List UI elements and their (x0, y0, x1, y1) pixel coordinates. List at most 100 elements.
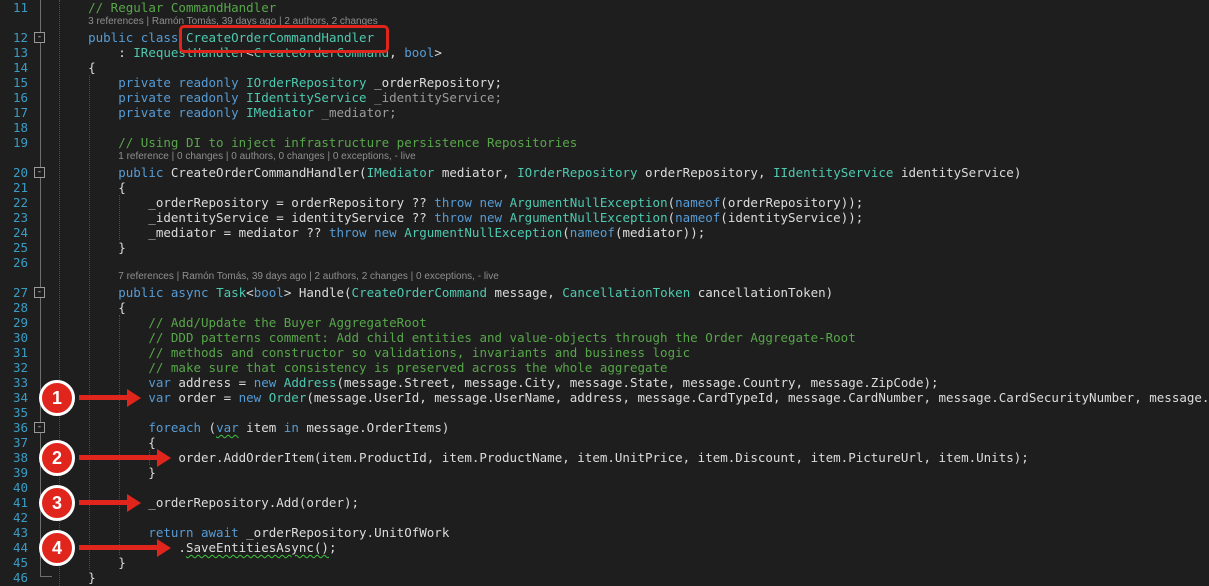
code-line[interactable]: 15 private readonly IOrderRepository _or… (0, 75, 1209, 90)
line-number[interactable]: 19 (0, 135, 28, 150)
code-line[interactable]: 33 var address = new Address(message.Str… (0, 375, 1209, 390)
line-number[interactable]: 17 (0, 105, 28, 120)
line-number[interactable]: 15 (0, 75, 28, 90)
code-line[interactable]: 21 { (0, 180, 1209, 195)
code-text[interactable]: public async Task<bool> Handle(CreateOrd… (48, 285, 833, 300)
code-line[interactable]: 42 (0, 510, 1209, 525)
code-text[interactable]: } (48, 570, 96, 585)
code-text[interactable]: // make sure that consistency is preserv… (48, 360, 668, 375)
code-line[interactable]: 14 { (0, 60, 1209, 75)
code-line[interactable]: 40 (0, 480, 1209, 495)
code-line[interactable]: 18 (0, 120, 1209, 135)
line-number[interactable]: 14 (0, 60, 28, 75)
code-text[interactable]: _mediator = mediator ?? throw new Argume… (48, 225, 705, 240)
fold-collapse-icon[interactable]: - (34, 422, 45, 433)
code-line[interactable]: 16 private readonly IIdentityService _id… (0, 90, 1209, 105)
line-number[interactable] (0, 15, 28, 30)
line-number[interactable]: 28 (0, 300, 28, 315)
line-number[interactable]: 13 (0, 45, 28, 60)
line-number[interactable]: 34 (0, 390, 28, 405)
code-line[interactable]: 22 _orderRepository = orderRepository ??… (0, 195, 1209, 210)
line-number[interactable]: 39 (0, 465, 28, 480)
code-line[interactable]: 46 } (0, 570, 1209, 585)
line-number[interactable]: 31 (0, 345, 28, 360)
code-line[interactable]: 39 } (0, 465, 1209, 480)
line-number[interactable]: 26 (0, 255, 28, 270)
code-line[interactable]: 35 (0, 405, 1209, 420)
line-number[interactable]: 11 (0, 0, 28, 15)
code-line[interactable]: 26 (0, 255, 1209, 270)
line-number[interactable]: 22 (0, 195, 28, 210)
code-text[interactable]: private readonly IMediator _mediator; (48, 105, 397, 120)
code-text[interactable]: foreach (var item in message.OrderItems) (48, 420, 449, 435)
code-text[interactable]: _orderRepository = orderRepository ?? th… (48, 195, 863, 210)
codelens-info[interactable]: 1 reference | 0 changes | 0 authors, 0 c… (48, 150, 416, 165)
line-number[interactable]: 45 (0, 555, 28, 570)
code-text[interactable]: // methods and constructor so validation… (48, 345, 690, 360)
line-number[interactable]: 32 (0, 360, 28, 375)
code-line[interactable]: 25 } (0, 240, 1209, 255)
code-text[interactable]: private readonly IOrderRepository _order… (48, 75, 502, 90)
code-line[interactable]: 36- foreach (var item in message.OrderIt… (0, 420, 1209, 435)
line-number[interactable]: 33 (0, 375, 28, 390)
codelens-info[interactable]: 7 references | Ramón Tomás, 39 days ago … (48, 270, 499, 285)
line-number[interactable]: 41 (0, 495, 28, 510)
code-line[interactable]: 44 .SaveEntitiesAsync(); (0, 540, 1209, 555)
code-line[interactable]: 27- public async Task<bool> Handle(Creat… (0, 285, 1209, 300)
codelens-line[interactable]: 7 references | Ramón Tomás, 39 days ago … (0, 270, 1209, 285)
line-number[interactable]: 42 (0, 510, 28, 525)
line-number[interactable]: 21 (0, 180, 28, 195)
line-number[interactable]: 37 (0, 435, 28, 450)
code-text[interactable] (48, 255, 58, 270)
code-line[interactable]: 20- public CreateOrderCommandHandler(IMe… (0, 165, 1209, 180)
code-text[interactable]: private readonly IIdentityService _ident… (48, 90, 502, 105)
line-number[interactable]: 23 (0, 210, 28, 225)
code-text[interactable]: // DDD patterns comment: Add child entit… (48, 330, 856, 345)
line-number[interactable] (0, 270, 28, 285)
code-line[interactable]: 45 } (0, 555, 1209, 570)
code-text[interactable]: return await _orderRepository.UnitOfWork (48, 525, 449, 540)
code-line[interactable]: 32 // make sure that consistency is pres… (0, 360, 1209, 375)
code-line[interactable]: 24 _mediator = mediator ?? throw new Arg… (0, 225, 1209, 240)
code-text[interactable]: order.AddOrderItem(item.ProductId, item.… (48, 450, 1029, 465)
line-number[interactable]: 40 (0, 480, 28, 495)
fold-collapse-icon[interactable]: - (34, 287, 45, 298)
code-line[interactable]: 11 // Regular CommandHandler (0, 0, 1209, 15)
line-number[interactable]: 38 (0, 450, 28, 465)
codelens-line[interactable]: 1 reference | 0 changes | 0 authors, 0 c… (0, 150, 1209, 165)
code-text[interactable]: _identityService = identityService ?? th… (48, 210, 863, 225)
code-line[interactable]: 19 // Using DI to inject infrastructure … (0, 135, 1209, 150)
code-line[interactable]: 41 _orderRepository.Add(order); (0, 495, 1209, 510)
line-number[interactable]: 43 (0, 525, 28, 540)
code-line[interactable]: 31 // methods and constructor so validat… (0, 345, 1209, 360)
code-text[interactable]: public CreateOrderCommandHandler(IMediat… (48, 165, 1021, 180)
code-line[interactable]: 34 var order = new Order(message.UserId,… (0, 390, 1209, 405)
line-number[interactable]: 25 (0, 240, 28, 255)
line-number[interactable]: 46 (0, 570, 28, 585)
code-line[interactable]: 43 return await _orderRepository.UnitOfW… (0, 525, 1209, 540)
line-number[interactable]: 27 (0, 285, 28, 300)
line-number[interactable] (0, 150, 28, 165)
fold-collapse-icon[interactable]: - (34, 167, 45, 178)
code-text[interactable]: // Add/Update the Buyer AggregateRoot (48, 315, 427, 330)
line-number[interactable]: 35 (0, 405, 28, 420)
code-line[interactable]: 17 private readonly IMediator _mediator; (0, 105, 1209, 120)
code-text[interactable]: { (48, 60, 96, 75)
line-number[interactable]: 44 (0, 540, 28, 555)
line-number[interactable]: 16 (0, 90, 28, 105)
line-number[interactable]: 30 (0, 330, 28, 345)
line-number[interactable]: 24 (0, 225, 28, 240)
code-text[interactable]: // Regular CommandHandler (48, 0, 276, 15)
code-line[interactable]: 29 // Add/Update the Buyer AggregateRoot (0, 315, 1209, 330)
line-number[interactable]: 18 (0, 120, 28, 135)
code-text[interactable]: // Using DI to inject infrastructure per… (48, 135, 577, 150)
code-line[interactable]: 30 // DDD patterns comment: Add child en… (0, 330, 1209, 345)
code-text[interactable] (48, 120, 58, 135)
code-line[interactable]: 38 order.AddOrderItem(item.ProductId, it… (0, 450, 1209, 465)
code-line[interactable]: 37 { (0, 435, 1209, 450)
line-number[interactable]: 20 (0, 165, 28, 180)
fold-collapse-icon[interactable]: - (34, 32, 45, 43)
line-number[interactable]: 12 (0, 30, 28, 45)
code-line[interactable]: 23 _identityService = identityService ??… (0, 210, 1209, 225)
code-text[interactable]: var address = new Address(message.Street… (48, 375, 939, 390)
